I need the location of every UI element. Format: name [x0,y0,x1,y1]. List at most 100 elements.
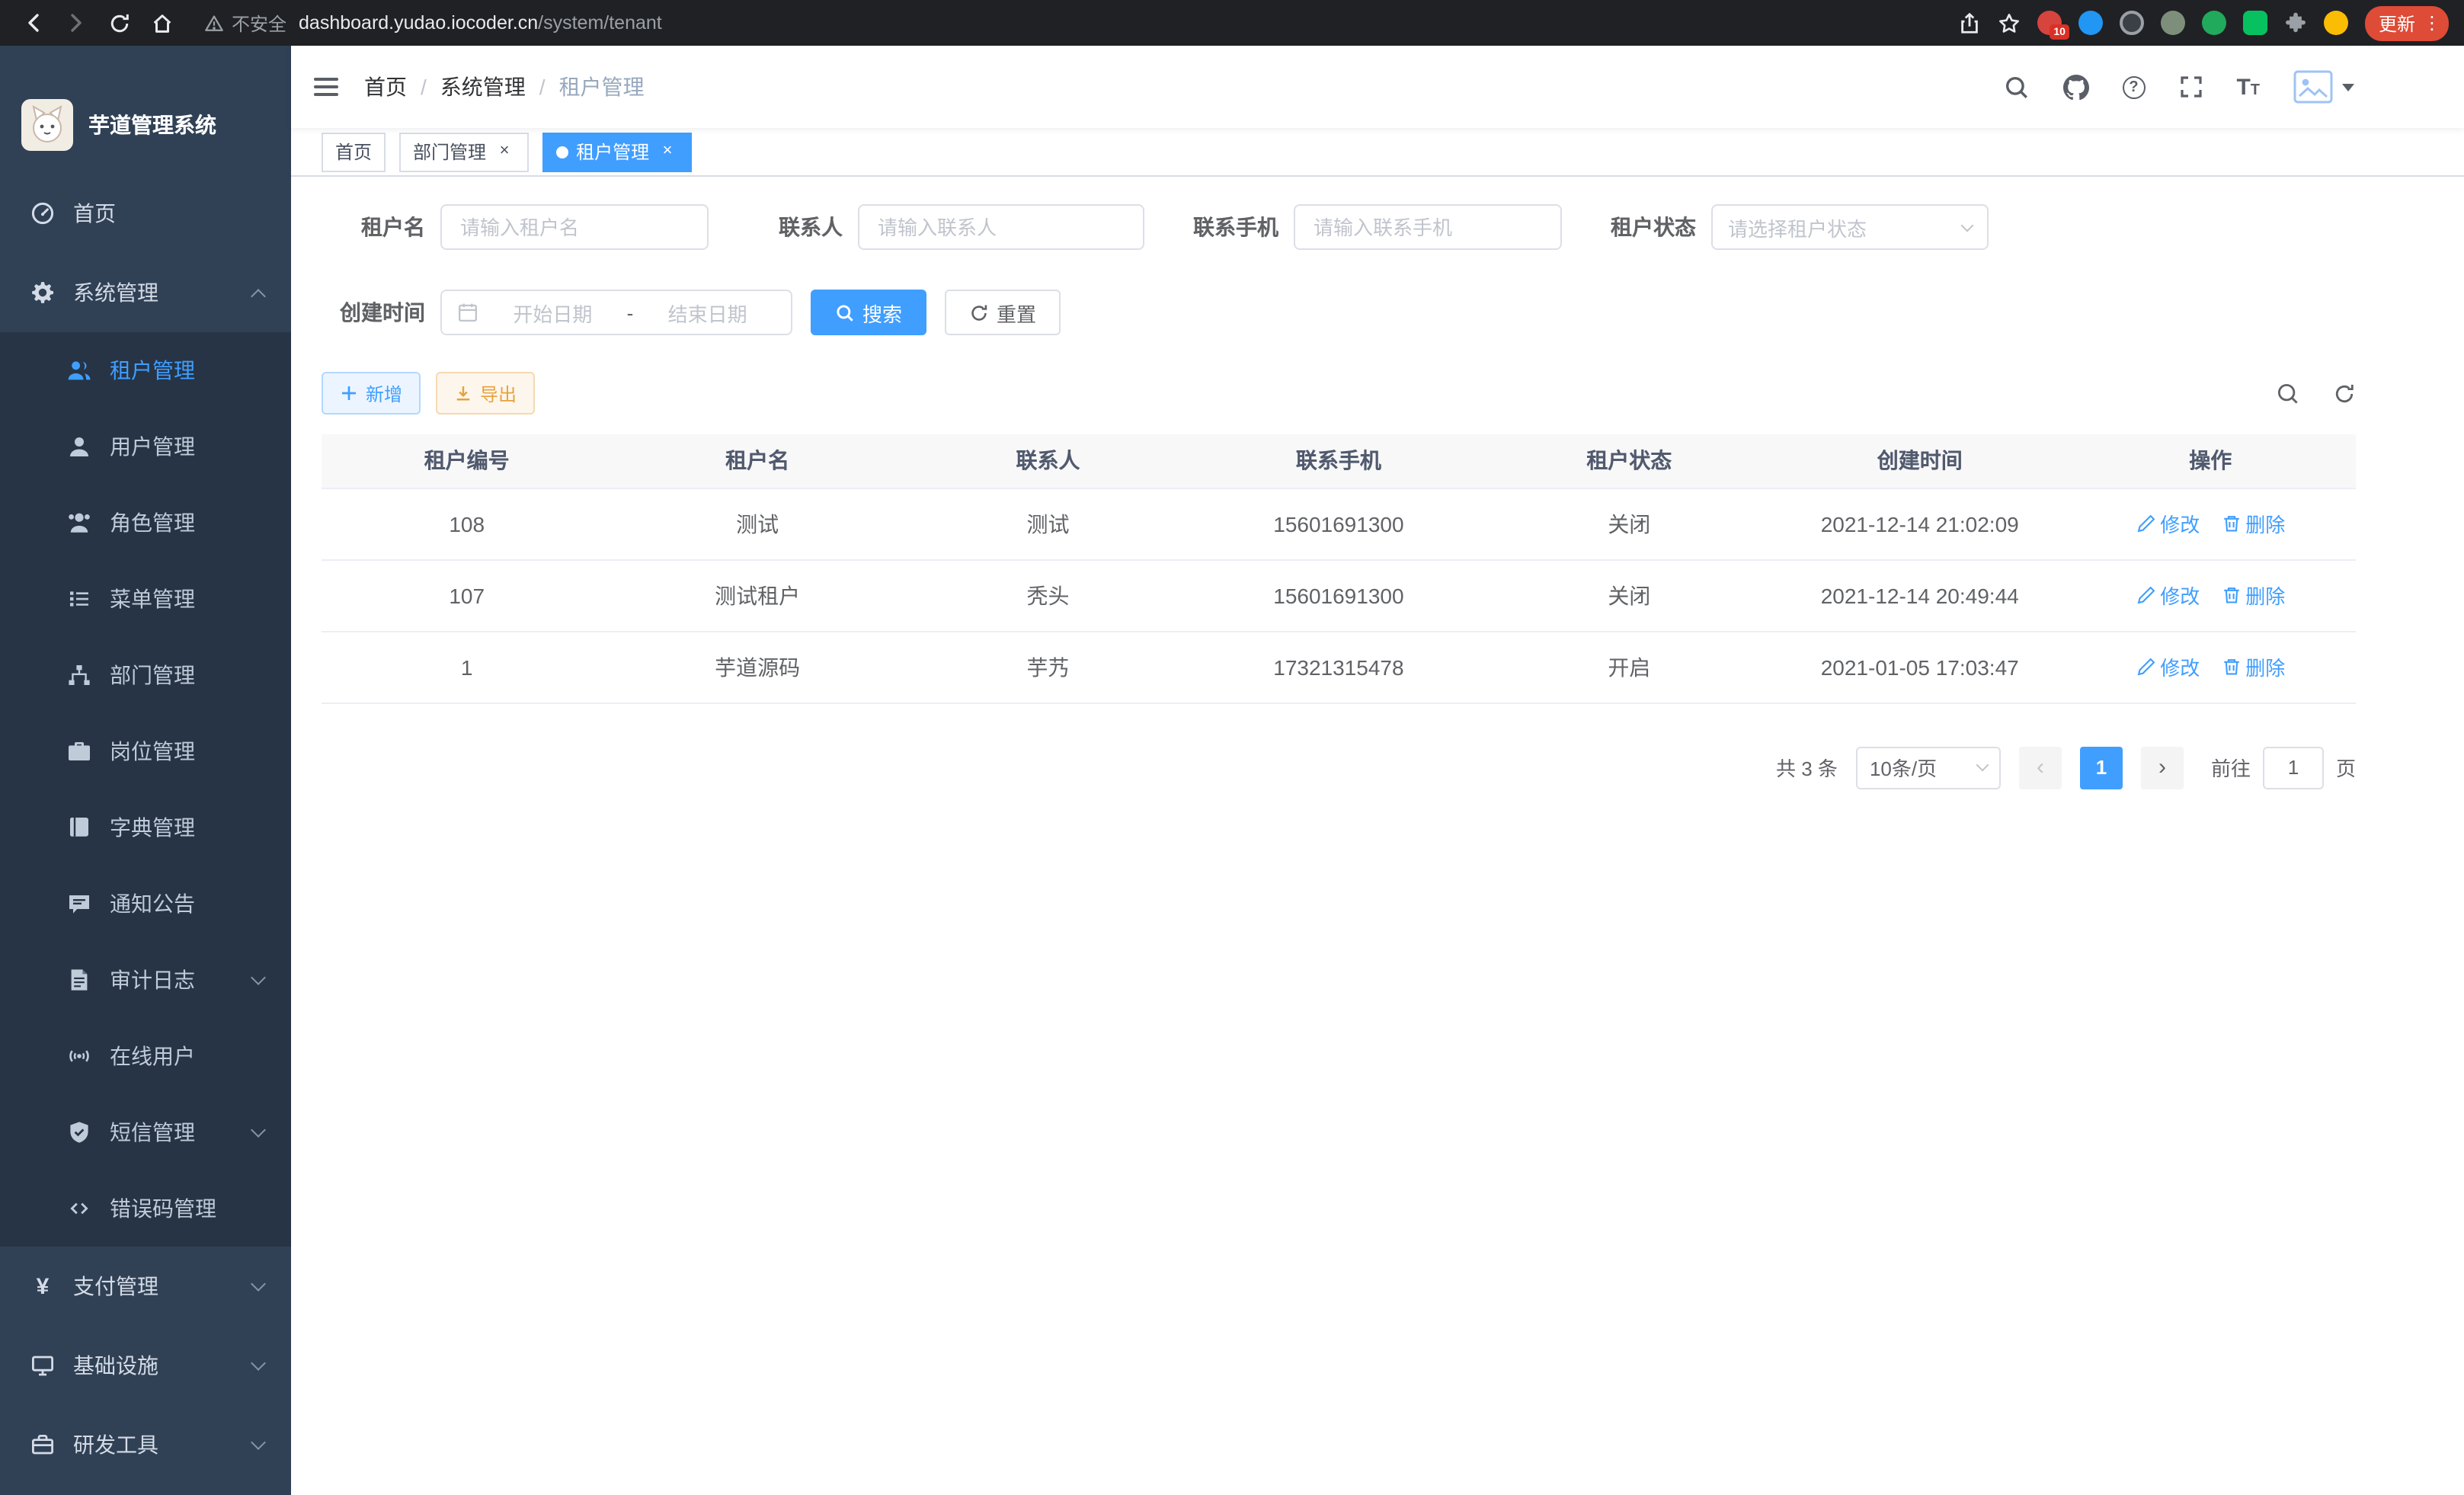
delete-button[interactable]: 删除 [2221,509,2285,538]
back-button[interactable] [15,5,52,41]
page-size-select[interactable]: 10条/页 [1856,746,2001,789]
extension-icon[interactable] [2078,11,2103,35]
extension-icon[interactable] [2120,11,2144,35]
sidebar-item-dict[interactable]: 字典管理 [0,789,291,866]
extension-icon[interactable] [2202,11,2226,35]
sidebar-item-notice[interactable]: 通知公告 [0,866,291,942]
sidebar-item-infra[interactable]: 基础设施 [0,1326,291,1405]
reset-button-label: 重置 [997,298,1036,327]
sidebar-item-system[interactable]: 系统管理 [0,253,291,332]
tab-label: 首页 [335,139,372,165]
filter-row: 租户名 联系人 联系手机 租户状态 [322,204,2356,250]
page-number-button[interactable]: 1 [2080,746,2123,789]
edit-button[interactable]: 修改 [2136,652,2200,681]
next-page-button[interactable]: › [2141,746,2184,789]
sidebar-item-auditlog[interactable]: 审计日志 [0,942,291,1018]
extension-icon[interactable]: 10 [2037,11,2062,35]
contact-input[interactable] [858,204,1144,250]
sidebar-item-sms[interactable]: 短信管理 [0,1094,291,1170]
user-menu[interactable] [2293,70,2354,104]
add-button[interactable]: 新增 [322,372,421,415]
bookmark-button[interactable] [1998,11,2021,34]
date-range-picker[interactable]: 开始日期 - 结束日期 [440,290,792,335]
browser-menu-icon[interactable]: ⋮ [2423,12,2441,34]
extension-icon[interactable] [2243,11,2267,35]
dashboard-icon [30,201,55,226]
tenant-name-input[interactable] [440,204,709,250]
tenant-name-label: 租户名 [322,212,425,242]
font-size-button[interactable]: TT [2236,75,2260,98]
breadcrumb-separator: / [539,75,546,99]
date-separator: - [627,301,634,324]
tab-tenant[interactable]: 租户管理× [542,132,692,171]
fullscreen-button[interactable] [2178,75,2203,99]
date-start-placeholder: 开始日期 [485,298,621,327]
breadcrumb-system: 系统管理 [440,72,526,102]
tenant-id-cell: 1 [322,631,612,703]
address-bar[interactable]: 不安全 dashboard.yudao.iocoder.cn/system/te… [204,10,1934,36]
search-icon [2003,74,2029,100]
reload-button[interactable] [101,5,137,41]
export-button[interactable]: 导出 [436,372,535,415]
help-button[interactable]: ? [2122,75,2145,98]
sidebar-item-online[interactable]: 在线用户 [0,1018,291,1094]
header-search-button[interactable] [2003,74,2029,100]
trash-icon [2221,657,2241,677]
table-row: 1 芋道源码 芋艿 17321315478 开启 2021-01-05 17:0… [322,631,2356,703]
sidebar-item-label: 用户管理 [110,431,195,462]
sidebar-item-label: 研发工具 [73,1429,158,1460]
sidebar-item-menu[interactable]: 菜单管理 [0,561,291,637]
github-button[interactable] [2062,74,2088,100]
collapse-sidebar-button[interactable] [312,75,340,99]
extension-icon[interactable] [2324,11,2348,35]
delete-label: 删除 [2245,652,2285,681]
tab-home[interactable]: 首页 [322,132,386,171]
share-button[interactable] [1958,11,1981,34]
sidebar-item-errorcode[interactable]: 错误码管理 [0,1170,291,1247]
sidebar-item-devtools[interactable]: 研发工具 [0,1405,291,1484]
tab-dept[interactable]: 部门管理 × [399,132,529,171]
extension-icon[interactable] [2161,11,2185,35]
forward-button[interactable] [58,5,94,41]
delete-button[interactable]: 删除 [2221,652,2285,681]
chrome-update-button[interactable]: 更新⋮ [2365,5,2449,40]
table-row: 108 测试 测试 15601691300 关闭 2021-12-14 21:0… [322,488,2356,559]
toolbox-icon [30,1433,55,1457]
extensions-puzzle-icon[interactable] [2284,11,2307,34]
close-tab-icon[interactable]: × [494,141,515,162]
status-select[interactable]: 请选择租户状态 [1711,204,1989,250]
toggle-search-button[interactable] [2277,382,2299,405]
delete-button[interactable]: 删除 [2221,581,2285,610]
actions-cell: 修改删除 [2065,488,2356,559]
sidebar-item-home[interactable]: 首页 [0,174,291,253]
sidebar-item-tenant[interactable]: 租户管理 [0,332,291,408]
search-button[interactable]: 搜索 [811,290,926,335]
trash-icon [2221,585,2241,605]
close-tab-icon[interactable]: × [657,141,678,162]
edit-button[interactable]: 修改 [2136,581,2200,610]
breadcrumb-home[interactable]: 首页 [364,72,407,102]
sidebar-item-label: 错误码管理 [110,1193,216,1224]
prev-page-button[interactable]: ‹ [2019,746,2062,789]
goto-page-input[interactable] [2263,746,2324,789]
tenant-name-cell: 测试租户 [612,559,902,631]
refresh-table-button[interactable] [2333,382,2356,405]
add-button-label: 新增 [366,380,402,406]
sidebar-item-user[interactable]: 用户管理 [0,408,291,485]
phone-input[interactable] [1294,204,1562,250]
edit-label: 修改 [2160,581,2200,610]
sidebar-item-role[interactable]: 角色管理 [0,485,291,561]
app-logo[interactable]: 芋道管理系统 [0,46,291,174]
edit-button[interactable]: 修改 [2136,509,2200,538]
url-path: /system/tenant [538,12,662,34]
home-button[interactable] [143,5,180,41]
tab-label: 部门管理 [413,139,486,165]
breadcrumb: 首页 / 系统管理 / 租户管理 [364,72,645,102]
sidebar-item-post[interactable]: 岗位管理 [0,713,291,789]
reset-button[interactable]: 重置 [945,290,1061,335]
created-cell: 2021-12-14 21:02:09 [1774,488,2065,559]
sidebar-item-pay[interactable]: ¥ 支付管理 [0,1247,291,1326]
sidebar-item-dept[interactable]: 部门管理 [0,637,291,713]
tenant-id-cell: 107 [322,559,612,631]
create-time-label: 创建时间 [322,297,425,328]
